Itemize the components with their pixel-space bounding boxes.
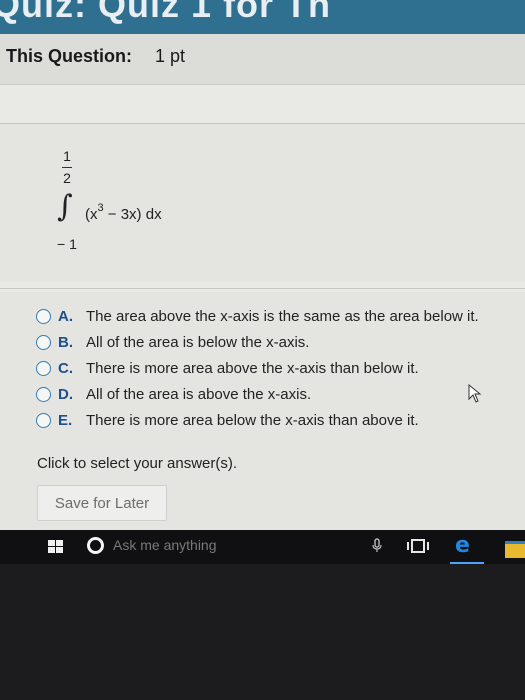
divider: [0, 123, 525, 124]
quiz-title-bar: Quiz: Quiz 1 for Th: [0, 0, 525, 34]
task-view-icon[interactable]: [407, 538, 429, 554]
integrand: (x3 − 3x) dx: [85, 202, 162, 223]
active-app-indicator: [450, 562, 484, 564]
divider: [0, 288, 525, 289]
option-letter: E.: [58, 412, 73, 429]
option-text[interactable]: The area above the x-axis is the same as…: [86, 308, 479, 325]
upper-limit-denominator: 2: [63, 170, 71, 186]
integral-expression: 1 2 ∫ (x3 − 3x) dx − 1: [55, 148, 235, 258]
option-e-radio[interactable]: [36, 413, 51, 428]
option-c-radio[interactable]: [36, 361, 51, 376]
option-letter: D.: [58, 386, 73, 403]
options-spacer: [0, 282, 525, 292]
integral-sign: ∫: [57, 189, 73, 224]
upper-limit-numerator: 1: [63, 148, 71, 164]
edge-browser-icon[interactable]: e: [455, 535, 470, 557]
mouse-cursor-icon: [468, 384, 482, 403]
integrand-exponent: 3: [97, 202, 104, 214]
option-letter: B.: [58, 334, 73, 351]
fraction-bar: [62, 167, 72, 168]
quiz-title: Quiz: Quiz 1 for Th: [0, 0, 331, 25]
quiz-screen: Quiz: Quiz 1 for Th This Question: 1 pt …: [0, 0, 525, 530]
taskbar-search-input[interactable]: Ask me anything: [113, 537, 217, 553]
question-label: This Question:: [6, 46, 132, 66]
option-a-radio[interactable]: [36, 309, 51, 324]
option-letter: A.: [58, 308, 73, 325]
option-d-radio[interactable]: [36, 387, 51, 402]
integral-lower-limit: − 1: [57, 236, 77, 252]
file-explorer-icon[interactable]: [505, 541, 525, 558]
cortana-icon[interactable]: [87, 537, 104, 554]
option-text[interactable]: There is more area below the x-axis than…: [86, 412, 419, 429]
option-b-radio[interactable]: [36, 335, 51, 350]
windows-taskbar: [0, 530, 525, 564]
question-header: This Question: 1 pt: [0, 34, 525, 85]
integrand-rest: − 3x) dx: [103, 206, 162, 223]
option-letter: C.: [58, 360, 73, 377]
microphone-icon[interactable]: [371, 538, 383, 554]
option-text[interactable]: All of the area is below the x-axis.: [86, 334, 309, 351]
option-text[interactable]: All of the area is above the x-axis.: [86, 386, 311, 403]
header-spacer: [0, 85, 525, 123]
windows-start-icon[interactable]: [48, 540, 64, 554]
save-for-later-button[interactable]: Save for Later: [37, 485, 167, 521]
select-instruction: Click to select your answer(s).: [37, 455, 238, 472]
integral-upper-limit: 1 2: [55, 148, 79, 186]
integrand-open: (x: [85, 206, 98, 223]
option-text[interactable]: There is more area above the x-axis than…: [86, 360, 419, 377]
question-points: 1 pt: [155, 46, 186, 66]
